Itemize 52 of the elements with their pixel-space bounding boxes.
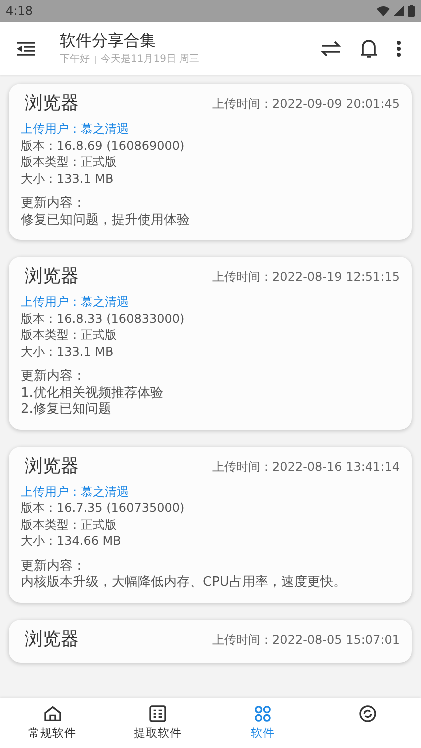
- changelog-title: 更新内容：: [21, 558, 86, 575]
- switch-button[interactable]: [321, 40, 341, 56]
- nav-tab[interactable]: 软件: [210, 698, 316, 748]
- uploader-link[interactable]: 上传用户：慕之清遇: [21, 294, 129, 310]
- swap-icon: [321, 40, 341, 56]
- software-card[interactable]: 浏览器 上传时间：2022-08-19 12:51:15 上传用户：慕之清遇 版本：16.8.33 (160833000) 版本类型：正式版 大小：133.1 MB 更新内容： 1.优化相关视频推荐体验 2.修复已知问题: [9, 257, 412, 430]
- page-title: 软件分享合集: [60, 30, 157, 52]
- upload-time: 上传时间：2022-08-19 12:51:15: [212, 269, 400, 286]
- changelog-title: 更新内容：: [21, 369, 86, 386]
- battery-icon: [408, 5, 415, 17]
- size-text: 大小：133.1 MB: [21, 344, 114, 360]
- version-text: 版本：16.8.69 (160869000): [21, 138, 185, 154]
- software-card[interactable]: 浏览器 上传时间：2022-08-16 13:41:14 上传用户：慕之清遇 版本：16.7.35 (160735000) 版本类型：正式版 大小：134.66 MB 更新内容： 内核版本升级，大幅降低内存、CPU占用率，速度更快。: [9, 446, 412, 602]
- grid-icon: [253, 704, 274, 724]
- software-card[interactable]: 浏览器 上传时间：2022-08-05 15:07:01: [9, 620, 412, 662]
- wifi-icon: [377, 6, 390, 16]
- notification-button[interactable]: [359, 38, 379, 60]
- app-name: 浏览器: [25, 265, 79, 289]
- date-text: 今天是11月19日 周三: [101, 53, 200, 67]
- upload-time: 上传时间：2022-09-09 20:01:45: [212, 96, 400, 113]
- uploader-link[interactable]: 上传用户：慕之清遇: [21, 121, 129, 138]
- refresh-icon: [358, 704, 378, 724]
- signal-icon: [394, 6, 404, 16]
- version-type-text: 版本类型：正式版: [21, 154, 117, 170]
- upload-time: 上传时间：2022-08-05 15:07:01: [212, 632, 400, 648]
- uploader-link[interactable]: 上传用户：慕之清遇: [21, 484, 129, 500]
- changelog-line: 1.优化相关视频推荐体验: [21, 386, 164, 402]
- more-icon: [397, 40, 401, 56]
- app-name: 浏览器: [25, 454, 79, 478]
- changelog-line: 内核版本升级，大幅降低内存、CPU占用率，速度更快。: [21, 575, 346, 592]
- version-text: 版本：16.7.35 (160735000): [21, 500, 185, 516]
- changelog-line: 修复已知问题，提升使用体验: [21, 212, 190, 229]
- version-type-text: 版本类型：正式版: [21, 327, 117, 344]
- version-type-text: 版本类型：正式版: [21, 516, 117, 533]
- nav-tab[interactable]: 提取软件: [105, 698, 210, 748]
- version-text: 版本：16.8.33 (160833000): [21, 310, 185, 327]
- list-icon: [148, 704, 168, 724]
- app-name: 浏览器: [25, 92, 79, 116]
- home-icon: [42, 704, 63, 724]
- menu-icon: [17, 42, 35, 56]
- greeting-text: 下午好: [60, 53, 90, 67]
- size-text: 大小：133.1 MB: [21, 170, 114, 187]
- bell-icon: [359, 38, 379, 60]
- upload-time: 上传时间：2022-08-16 13:41:14: [212, 458, 400, 476]
- size-text: 大小：134.66 MB: [21, 533, 122, 550]
- more-button[interactable]: [397, 40, 401, 56]
- changelog-title: 更新内容：: [21, 196, 86, 212]
- app-name: 浏览器: [25, 628, 79, 652]
- nav-tab[interactable]: 常规软件: [0, 698, 106, 748]
- changelog-line: 2.修复已知问题: [21, 402, 112, 418]
- software-card[interactable]: 浏览器 上传时间：2022-09-09 20:01:45 上传用户：慕之清遇 版本：16.8.69 (160869000) 版本类型：正式版 大小：133.1 MB 更新内容： 修复已知问题，提升使用体验: [9, 84, 412, 240]
- status-time: 4:18: [6, 3, 33, 20]
